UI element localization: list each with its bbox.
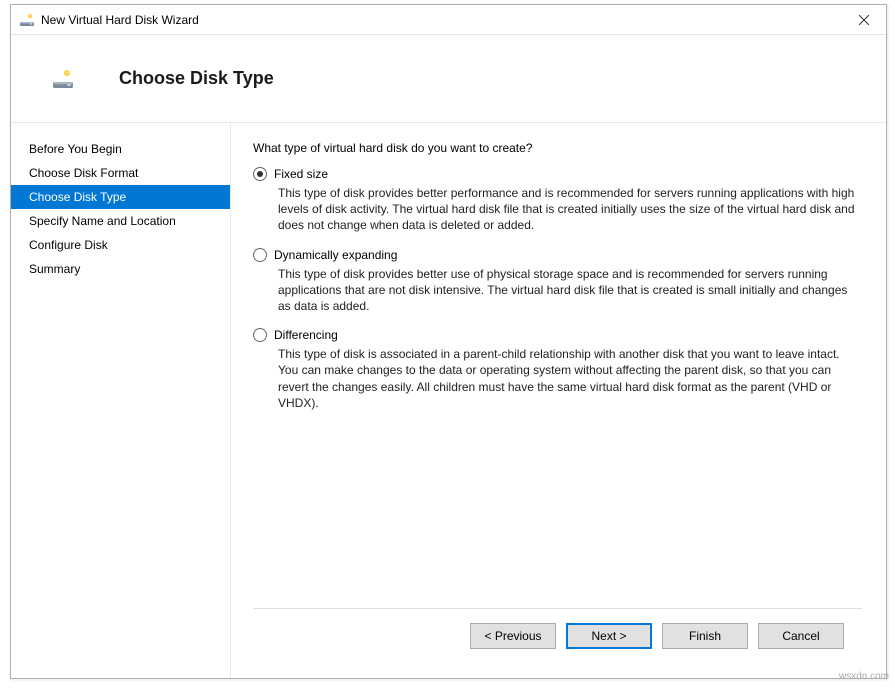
titlebar: New Virtual Hard Disk Wizard (11, 5, 886, 35)
step-choose-disk-format[interactable]: Choose Disk Format (11, 161, 230, 185)
wizard-window: New Virtual Hard Disk Wizard Choose Disk… (10, 4, 887, 679)
close-icon (859, 15, 869, 25)
option-dynamic-head[interactable]: Dynamically expanding (253, 248, 862, 262)
step-specify-name-location[interactable]: Specify Name and Location (11, 209, 230, 233)
wizard-icon (51, 67, 75, 91)
step-before-you-begin[interactable]: Before You Begin (11, 137, 230, 161)
cancel-button[interactable]: Cancel (758, 623, 844, 649)
label-dynamic: Dynamically expanding (274, 248, 397, 262)
option-differencing-head[interactable]: Differencing (253, 328, 862, 342)
desc-differencing: This type of disk is associated in a par… (278, 346, 862, 411)
radio-differencing[interactable] (253, 328, 267, 342)
window-title: New Virtual Hard Disk Wizard (41, 13, 842, 27)
wizard-header: Choose Disk Type (11, 35, 886, 123)
radio-dynamic[interactable] (253, 248, 267, 262)
finish-button[interactable]: Finish (662, 623, 748, 649)
next-button[interactable]: Next > (566, 623, 652, 649)
wizard-footer: < Previous Next > Finish Cancel (253, 608, 862, 662)
wizard-body: Before You Begin Choose Disk Format Choo… (11, 123, 886, 678)
close-button[interactable] (842, 5, 886, 35)
wizard-content: What type of virtual hard disk do you wa… (231, 123, 886, 678)
label-fixed-size: Fixed size (274, 167, 328, 181)
step-summary[interactable]: Summary (11, 257, 230, 281)
option-dynamic: Dynamically expanding This type of disk … (253, 248, 862, 315)
watermark: wsxdn.com (839, 671, 889, 682)
option-differencing: Differencing This type of disk is associ… (253, 328, 862, 411)
option-fixed-size: Fixed size This type of disk provides be… (253, 167, 862, 234)
step-sidebar: Before You Begin Choose Disk Format Choo… (11, 123, 231, 678)
app-icon (19, 12, 35, 28)
label-differencing: Differencing (274, 328, 338, 342)
step-choose-disk-type[interactable]: Choose Disk Type (11, 185, 230, 209)
step-configure-disk[interactable]: Configure Disk (11, 233, 230, 257)
previous-button[interactable]: < Previous (470, 623, 556, 649)
page-title: Choose Disk Type (119, 68, 274, 89)
content-prompt: What type of virtual hard disk do you wa… (253, 141, 862, 155)
radio-fixed-size[interactable] (253, 167, 267, 181)
desc-dynamic: This type of disk provides better use of… (278, 266, 862, 315)
desc-fixed-size: This type of disk provides better perfor… (278, 185, 862, 234)
option-fixed-size-head[interactable]: Fixed size (253, 167, 862, 181)
content-spacer (253, 425, 862, 608)
